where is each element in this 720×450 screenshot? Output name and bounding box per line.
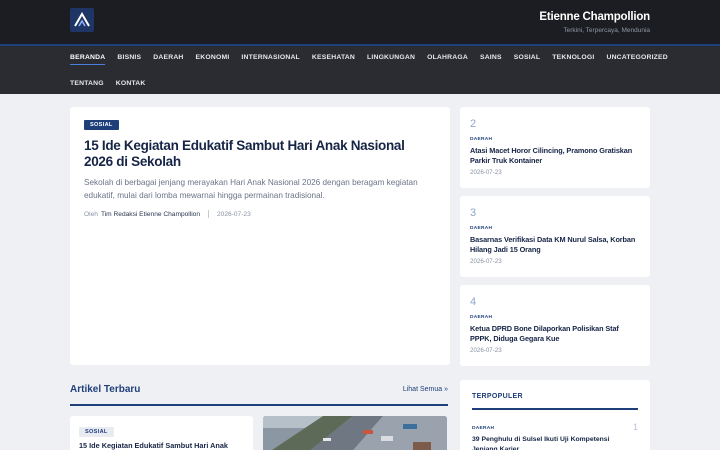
article-rank: 3 <box>470 207 477 219</box>
logo-chevron-icon <box>74 12 90 27</box>
aerial-road-photo <box>263 416 447 450</box>
site-logo[interactable] <box>70 8 94 32</box>
category-label[interactable]: DAERAH <box>472 426 494 431</box>
featured-article-card[interactable]: SOSIAL 15 Ide Kegiatan Edukatif Sambut H… <box>70 107 450 365</box>
nav-item-lingkungan[interactable]: LINGKUNGAN <box>367 54 415 65</box>
latest-article-card[interactable]: SOSIAL 15 Ide Kegiatan Edukatif Sambut H… <box>70 416 253 450</box>
latest-section-header: Artikel Terbaru Lihat Semua » <box>70 384 448 406</box>
nav-item-teknologi[interactable]: TEKNOLOGI <box>552 54 594 65</box>
article-byline: Oleh Tim Redaksi Etienne Champollion 202… <box>84 210 251 218</box>
see-all-link[interactable]: Lihat Semua » <box>403 386 448 393</box>
author-name[interactable]: Tim Redaksi Etienne Champollion <box>101 211 200 218</box>
nav-row-secondary: TENTANG KONTAK <box>70 80 158 90</box>
site-tagline: Terkini, Terpercaya, Mendunia <box>563 27 650 34</box>
popular-heading: TERPOPULER <box>472 393 638 410</box>
category-label[interactable]: DAERAH <box>470 315 492 320</box>
side-article-title[interactable]: Basarnas Verifikasi Data KM Nurul Salsa,… <box>470 235 640 255</box>
article-date: 2026-07-23 <box>470 258 502 265</box>
side-article-title[interactable]: Atasi Macet Horor Cilincing, Pramono Gra… <box>470 146 640 166</box>
nav-item-uncategorized[interactable]: UNCATEGORIZED <box>606 54 667 65</box>
side-article-card[interactable]: 2 DAERAH Atasi Macet Horor Cilincing, Pr… <box>460 107 650 188</box>
popular-widget: TERPOPULER DAERAH 1 39 Penghulu di Sulse… <box>460 380 650 450</box>
main-nav: BERANDA BISNIS DAERAH EKONOMI INTERNASIO… <box>0 46 720 94</box>
nav-item-tentang[interactable]: TENTANG <box>70 80 104 90</box>
site-header: Etienne Champollion Terkini, Terpercaya,… <box>0 0 720 44</box>
popular-article-title[interactable]: 39 Penghulu di Sulsel Ikuti Uji Kompeten… <box>472 435 622 450</box>
featured-article-excerpt: Sekolah di berbagai jenjang merayakan Ha… <box>84 178 418 200</box>
nav-item-ekonomi[interactable]: EKONOMI <box>196 54 230 65</box>
nav-item-internasional[interactable]: INTERNASIONAL <box>241 54 300 65</box>
article-rank: 4 <box>470 296 477 308</box>
category-badge[interactable]: SOSIAL <box>79 427 114 437</box>
nav-row-primary: BERANDA BISNIS DAERAH EKONOMI INTERNASIO… <box>70 54 680 65</box>
article-rank: 2 <box>470 118 477 130</box>
nav-item-kontak[interactable]: KONTAK <box>116 80 146 90</box>
nav-item-daerah[interactable]: DAERAH <box>153 54 183 65</box>
byline-divider <box>208 210 210 218</box>
nav-item-kesehatan[interactable]: KESEHATAN <box>312 54 355 65</box>
side-article-card[interactable]: 4 DAERAH Ketua DPRD Bone Dilaporkan Poli… <box>460 285 650 366</box>
category-label[interactable]: DAERAH <box>470 137 492 142</box>
article-thumbnail[interactable] <box>263 416 447 450</box>
nav-item-sains[interactable]: SAINS <box>480 54 502 65</box>
article-date: 2026-07-23 <box>470 347 502 354</box>
nav-item-bisnis[interactable]: BISNIS <box>117 54 141 65</box>
article-date: 2026-07-23 <box>470 169 502 176</box>
nav-item-beranda[interactable]: BERANDA <box>70 54 106 65</box>
featured-article-title[interactable]: 15 Ide Kegiatan Edukatif Sambut Hari Ana… <box>84 138 434 170</box>
site-title[interactable]: Etienne Champollion <box>539 11 650 23</box>
side-article-card[interactable]: 3 DAERAH Basarnas Verifikasi Data KM Nur… <box>460 196 650 277</box>
category-label[interactable]: DAERAH <box>470 226 492 231</box>
popular-rank: 1 <box>632 422 638 432</box>
article-date: 2026-07-23 <box>217 210 251 218</box>
section-title: Artikel Terbaru <box>70 384 141 395</box>
nav-item-olahraga[interactable]: OLAHRAGA <box>427 54 468 65</box>
latest-article-title[interactable]: 15 Ide Kegiatan Edukatif Sambut Hari Ana… <box>79 441 249 450</box>
side-article-title[interactable]: Ketua DPRD Bone Dilaporkan Polisikan Sta… <box>470 324 640 344</box>
byline-prefix: Oleh <box>84 210 98 218</box>
nav-item-sosial[interactable]: SOSIAL <box>514 54 541 65</box>
category-badge[interactable]: SOSIAL <box>84 120 119 130</box>
